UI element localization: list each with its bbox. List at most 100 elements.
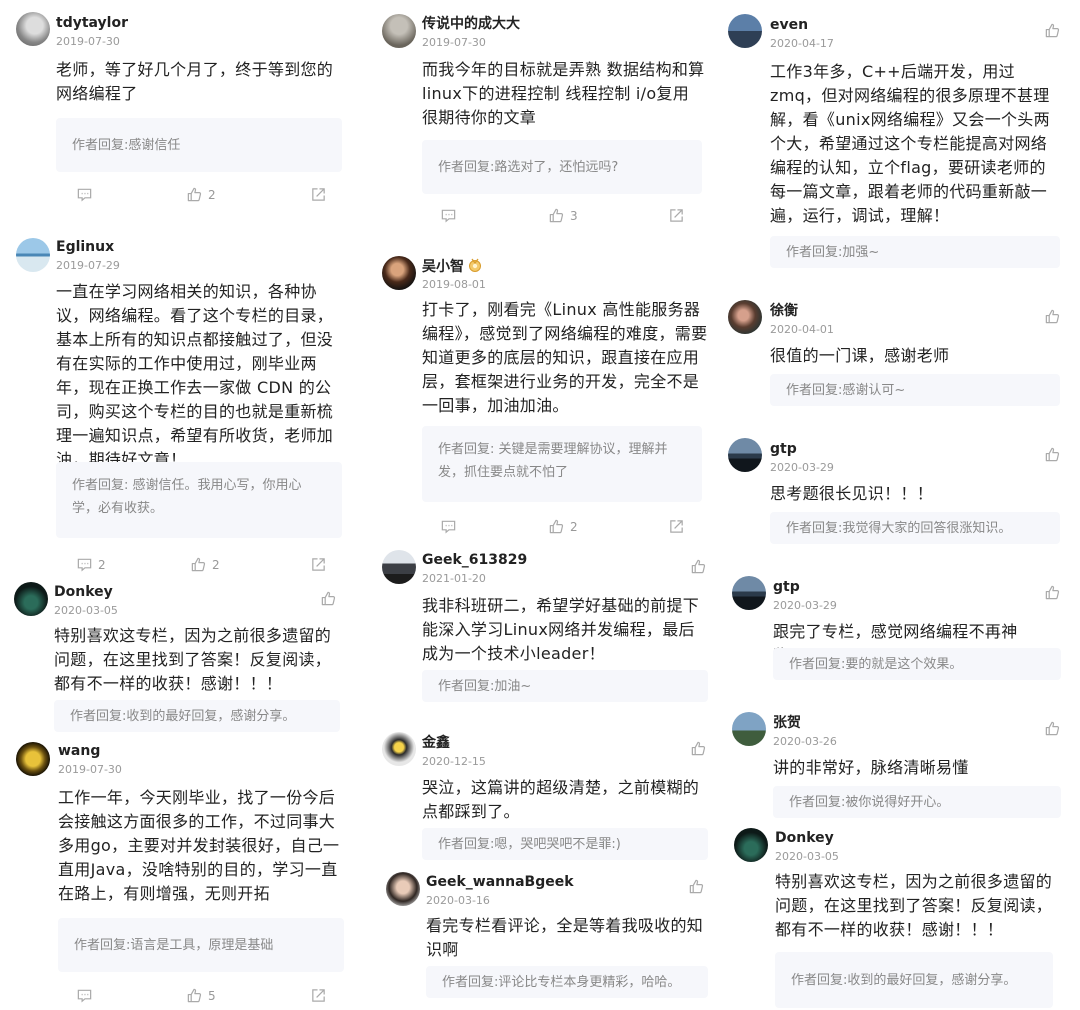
like-button[interactable] [1044,22,1061,39]
avatar[interactable] [732,712,766,746]
like-button[interactable] [1044,308,1061,325]
thumbs-up-icon [690,740,707,757]
comment-text: 工作3年多，C++后端开发，用过zmq，但对网络编程的很多原理不甚理解，看《un… [770,62,1050,225]
reply-text: 评论比专栏本身更精彩，哈哈。 [498,974,681,990]
avatar[interactable] [732,576,766,610]
username[interactable]: 张贺 [773,714,801,732]
username[interactable]: even [770,16,808,34]
avatar[interactable] [382,256,416,290]
like-button[interactable] [1044,446,1061,463]
reply-text: 感谢认可~ [842,382,906,398]
like-button[interactable]: 2 [548,518,578,535]
author-reply: 作者回复: 收到的最好回复，感谢分享。 [775,952,1053,1008]
reply-prefix: 作者回复: [791,972,848,988]
share-button[interactable] [310,987,327,1004]
username[interactable]: 金鑫 [422,734,450,752]
share-button[interactable] [668,518,685,535]
avatar[interactable] [382,732,416,766]
share-button[interactable] [668,207,685,224]
comment-button[interactable]: 2 [76,556,106,573]
username[interactable]: 传说中的成大大 [422,15,520,33]
avatar[interactable] [382,550,416,584]
author-reply: 作者回复: 感谢信任。我用心写，你用心学，必有收获。 [56,462,342,538]
thumbs-up-icon [1044,446,1061,463]
avatar[interactable] [382,14,416,48]
username[interactable]: gtp [770,440,797,458]
author-reply: 作者回复: 路选对了，还怕远吗? [422,140,702,194]
reply-text: 加油~ [494,678,532,694]
username[interactable]: 徐衡 [770,302,798,320]
author-reply: 作者回复: 被你说得好开心。 [773,786,1061,818]
username[interactable]: wang [58,742,100,760]
reply-text: 语言是工具，原理是基础 [130,937,274,953]
reply-prefix: 作者回复: [786,382,843,398]
like-count: 2 [208,187,216,202]
username[interactable]: Geek_wannaBgeek [426,873,574,891]
comment-button[interactable] [76,987,98,1004]
share-icon [310,186,327,203]
medal-badge-icon [467,257,483,273]
like-button[interactable] [1044,720,1061,737]
comment-button[interactable] [440,207,462,224]
comment-text: 老师，等了好几个月了，终于等到您的网络编程了 [56,60,334,103]
comment-text: 特别喜欢这专栏，因为之前很多遗留的问题，在这里找到了答案！反复阅读，都有不一样的… [54,626,332,693]
like-button[interactable] [690,740,707,757]
avatar[interactable] [16,742,50,776]
comment-date: 2019-08-01 [422,278,486,291]
username[interactable]: 吴小智 [422,257,483,276]
username[interactable]: tdytaylor [56,14,128,32]
comment-date: 2020-04-01 [770,323,834,336]
like-button[interactable]: 5 [186,987,216,1004]
thumbs-up-icon [186,186,203,203]
comment-icon [76,186,93,203]
comment-button[interactable] [440,518,462,535]
reply-prefix: 作者回复: [438,442,499,457]
comment-text: 我非科班研二，希望学好基础的前提下能深入学习Linux网络并发编程，最后成为一个… [422,596,700,663]
avatar[interactable] [728,300,762,334]
username[interactable]: Donkey [54,583,113,601]
avatar[interactable] [16,238,50,272]
comment-text: 思考题很长见识！！！ [770,484,934,503]
comment-column-1: tdytaylor 2019-07-30 老师，等了好几个月了，终于等到您的网络… [0,0,360,1010]
like-button[interactable]: 3 [548,207,578,224]
comment-button[interactable] [76,186,98,203]
comment-icon [76,987,93,1004]
like-count: 2 [570,519,578,534]
share-icon [668,207,685,224]
avatar[interactable] [14,582,48,616]
username[interactable]: Eglinux [56,238,114,256]
like-button[interactable] [320,590,337,607]
comment-date: 2020-12-15 [422,755,486,768]
reply-prefix: 作者回复: [438,836,495,852]
author-reply: 作者回复: 加强~ [770,236,1060,268]
comment-date: 2020-04-17 [770,37,834,50]
reply-prefix: 作者回复: [789,656,846,672]
avatar[interactable] [728,14,762,48]
username[interactable]: gtp [773,578,800,596]
avatar[interactable] [734,828,768,862]
username[interactable]: Geek_613829 [422,551,527,569]
author-reply: 作者回复: 评论比专栏本身更精彩，哈哈。 [426,966,708,998]
like-button[interactable]: 2 [186,186,216,203]
like-button[interactable] [688,878,705,895]
avatar[interactable] [728,438,762,472]
author-reply: 作者回复: 要的就是这个效果。 [773,648,1061,680]
reply-prefix: 作者回复: [74,937,131,953]
thumbs-up-icon [548,207,565,224]
share-button[interactable] [310,186,327,203]
share-icon [310,987,327,1004]
share-button[interactable] [310,556,327,573]
comment-date: 2019-07-30 [56,35,120,48]
reply-text: 路选对了，还怕远吗? [494,159,619,175]
avatar[interactable] [16,12,50,46]
comment-count: 2 [98,557,106,572]
avatar[interactable] [386,872,420,906]
like-button[interactable]: 2 [190,556,220,573]
username[interactable]: Donkey [775,829,834,847]
author-reply: 作者回复: 嗯，哭吧哭吧不是罪:) [422,828,708,860]
like-button[interactable] [1044,584,1061,601]
like-button[interactable] [690,558,707,575]
comment-text: 特别喜欢这专栏，因为之前很多遗留的问题，在这里找到了答案！反复阅读，都有不一样的… [775,872,1053,939]
comment-column-2: 传说中的成大大 2019-07-30 而我今年的目标就是弄熟 数据结构和算 li… [360,0,720,1010]
reply-prefix: 作者回复: [70,708,127,724]
